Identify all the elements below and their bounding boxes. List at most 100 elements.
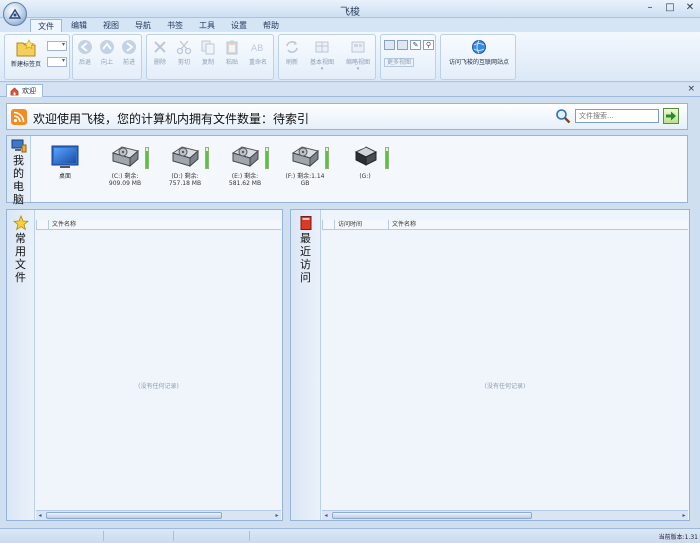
desktop-item[interactable]: 桌面 (37, 144, 93, 180)
common-files-horizontal-scrollbar[interactable]: ◂ ▸ (36, 510, 281, 520)
my-computer-panel: 我 的 电 脑 桌面 (C:) 剩余: 909.09 MB (D:) 剩余: 7… (6, 135, 688, 206)
ribbon-group-edit: 删除 剪切 复制 粘贴 AB 重命名 (146, 34, 274, 80)
recent-visits-list[interactable]: (没有任何记录) (322, 231, 688, 511)
menu-tab-help[interactable]: 帮助 (256, 19, 286, 32)
copy-button[interactable]: 复制 (197, 39, 219, 66)
drive-g[interactable]: (G:) (337, 144, 393, 180)
status-cell-2 (104, 531, 174, 541)
visit-website-label: 访问飞梭的互联网站点 (448, 59, 509, 66)
tab-welcome-label: 欢迎 (22, 87, 36, 95)
close-button[interactable]: ✕ (684, 2, 696, 14)
layout-split-icon[interactable] (397, 40, 408, 50)
forward-label: 前进 (122, 59, 135, 66)
basic-view-button[interactable]: 基本视图 ▾ (305, 39, 339, 72)
drive-f-usage-bar (325, 147, 329, 169)
drive-c-label-line2: 909.09 MB (108, 180, 142, 187)
maximize-button[interactable]: □ (664, 2, 676, 14)
common-files-header: 文件名称 (36, 220, 281, 230)
common-files-char-4: 件 (15, 271, 26, 284)
welcome-banner: 欢迎使用飞梭，您的计算机内拥有文件数量：待索引 (6, 103, 688, 130)
ribbon-group-web: 访问飞梭的互联网站点 (440, 34, 516, 80)
go-arrow-icon (666, 111, 676, 121)
menu-tab-view[interactable]: 视图 (96, 19, 126, 32)
thumbnail-view-dropdown-icon: ▾ (356, 66, 360, 72)
forward-button[interactable]: 前进 (119, 39, 139, 66)
delete-button[interactable]: 删除 (149, 39, 171, 66)
cut-button[interactable]: 剪切 (173, 39, 195, 66)
rename-button[interactable]: AB 重命名 (245, 39, 271, 66)
menu-tab-settings[interactable]: 设置 (224, 19, 254, 32)
layout-edit-icon[interactable]: ✎ (410, 40, 421, 50)
back-label: 后退 (78, 59, 91, 66)
drive-e-usage-bar (265, 147, 269, 169)
drive-c-usage-fill (146, 151, 148, 168)
more-view-label: 更多视图 (384, 58, 415, 67)
thumbnail-view-button[interactable]: 缩略视图 ▾ (341, 39, 375, 72)
copy-icon (201, 40, 215, 55)
paste-clipboard-icon (226, 40, 238, 55)
file-search-input[interactable] (575, 109, 659, 123)
menu-tab-navigate[interactable]: 导航 (128, 19, 158, 32)
tab-close-button[interactable]: × (687, 84, 695, 94)
menu-tab-edit[interactable]: 编辑 (64, 19, 94, 32)
status-cell-3 (174, 531, 250, 541)
minimize-button[interactable]: – (644, 2, 656, 14)
drive-d[interactable]: (D:) 剩余: 757.18 MB (157, 144, 213, 187)
new-folder-icon (16, 39, 36, 57)
recent-visits-char-4: 问 (300, 271, 311, 284)
app-menu-orb[interactable] (3, 2, 27, 26)
tab-list-select[interactable] (47, 57, 67, 67)
drive-d-label-line1: (D:) 剩余: (171, 173, 199, 180)
tab-options-select[interactable] (47, 41, 67, 51)
thumbnail-view-icon (351, 41, 365, 53)
scroll-left-icon[interactable]: ◂ (322, 511, 330, 520)
scroll-right-icon[interactable]: ▸ (680, 511, 688, 520)
menu-tab-file[interactable]: 文件 (30, 19, 62, 32)
common-files-char-1: 常 (15, 232, 26, 245)
recent-visits-horizontal-scrollbar[interactable]: ◂ ▸ (322, 510, 688, 520)
recent-visits-empty-message: (没有任何记录) (484, 383, 526, 390)
scroll-right-icon[interactable]: ▸ (273, 511, 281, 520)
up-button[interactable]: 向上 (97, 39, 117, 66)
hard-drive-icon (230, 144, 269, 170)
status-bar: 当前版本:1.31 (0, 528, 700, 543)
search-go-button[interactable] (663, 108, 679, 124)
layout-search-icon[interactable]: ⚲ (423, 40, 434, 50)
scroll-left-icon[interactable]: ◂ (36, 511, 44, 520)
visit-website-button[interactable]: 访问飞梭的互联网站点 (443, 39, 515, 66)
more-view-button[interactable]: 更多视图 (384, 57, 434, 67)
drive-e[interactable]: (E:) 剩余: 581.62 MB (217, 144, 273, 187)
menu-tab-tools[interactable]: 工具 (192, 19, 222, 32)
common-files-list[interactable]: (没有任何记录) (36, 231, 281, 511)
drive-c[interactable]: (C:) 剩余: 909.09 MB (97, 144, 153, 187)
recent-visits-panel: 最 近 访 问 访问时间 文件名称 (没有任何记录) ◂ ▸ (290, 209, 690, 521)
recent-visits-header: 访问时间 文件名称 (322, 220, 688, 230)
layout-single-icon[interactable] (384, 40, 395, 50)
desktop-label: 桌面 (58, 173, 71, 180)
menu-bar: 文件 编辑 视图 导航 书签 工具 设置 帮助 (0, 18, 700, 32)
star-icon (12, 215, 29, 231)
recent-visits-col-time[interactable]: 访问时间 (334, 220, 388, 229)
my-computer-char-3: 电 (13, 180, 24, 193)
tab-welcome[interactable]: 欢迎 (6, 84, 43, 97)
back-button[interactable]: 后退 (75, 39, 95, 66)
new-tab-button[interactable]: 新建标签页 (7, 39, 45, 68)
recent-visits-char-3: 访 (300, 258, 311, 271)
scroll-thumb[interactable] (46, 512, 222, 519)
paste-button[interactable]: 粘贴 (221, 39, 243, 66)
menu-tab-bookmarks[interactable]: 书签 (160, 19, 190, 32)
hard-drive-icon (170, 144, 209, 170)
rename-label: 重命名 (248, 59, 267, 66)
common-files-col-name[interactable]: 文件名称 (48, 220, 281, 229)
drive-f[interactable]: (F:) 剩余:1.14 GB (277, 144, 333, 187)
window-title: 飞梭 (340, 7, 360, 18)
drive-d-usage-bar (205, 147, 209, 169)
scroll-thumb[interactable] (332, 512, 532, 519)
refresh-button[interactable]: 刷新 (281, 39, 303, 66)
title-bar: 飞梭 – □ ✕ (0, 0, 700, 18)
recent-visits-char-1: 最 (300, 232, 311, 245)
paste-label: 粘贴 (225, 59, 238, 66)
floppy-disk-icon (350, 144, 389, 170)
recent-visits-col-name[interactable]: 文件名称 (388, 220, 688, 229)
delete-x-icon (154, 41, 166, 53)
